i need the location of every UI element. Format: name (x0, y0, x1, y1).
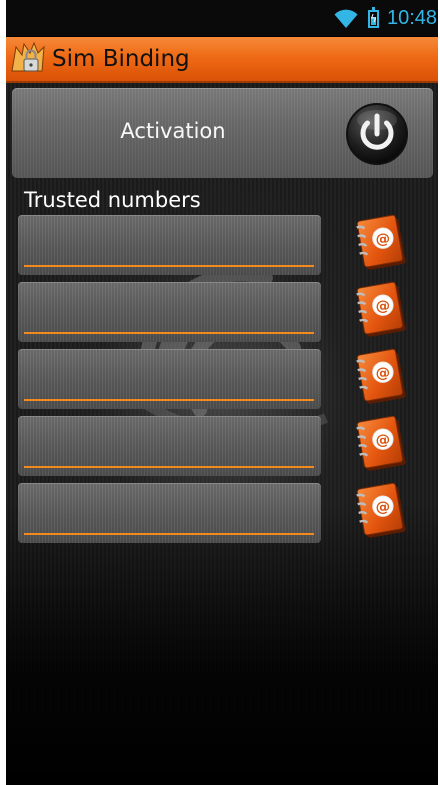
address-book-icon[interactable] (348, 213, 410, 275)
trusted-number-input-5[interactable] (24, 493, 316, 533)
activation-panel: Activation (12, 88, 433, 178)
trusted-number-field-3[interactable] (18, 349, 321, 409)
wifi-icon (334, 9, 358, 28)
lock-shield-icon (11, 41, 45, 72)
address-book-icon[interactable] (348, 481, 410, 543)
field-underline (24, 399, 314, 401)
address-book-icon[interactable] (348, 280, 410, 342)
background-fade (6, 503, 438, 785)
activation-label: Activation (120, 119, 226, 143)
status-bar: ϟ 10:48 (6, 0, 438, 36)
trusted-number-field-4[interactable] (18, 416, 321, 476)
field-underline (24, 332, 314, 334)
trusted-number-field-5[interactable] (18, 483, 321, 543)
trusted-number-input-4[interactable] (24, 426, 316, 466)
field-underline (24, 533, 314, 535)
battery-charging-icon: ϟ (368, 7, 379, 28)
trusted-numbers-label: Trusted numbers (24, 188, 201, 212)
field-underline (24, 466, 314, 468)
trusted-number-field-1[interactable] (18, 215, 321, 275)
trusted-number-input-2[interactable] (24, 292, 316, 332)
status-clock: 10:48 (387, 7, 438, 29)
power-toggle-button[interactable] (345, 102, 409, 166)
address-book-icon[interactable] (348, 347, 410, 409)
main-content: Activation Trusted numbers (6, 83, 438, 785)
app-title: Sim Binding (52, 46, 190, 72)
title-bar: Sim Binding (6, 37, 438, 83)
phone-screen: ϟ 10:48 Sim Binding Activation Trusted n… (6, 0, 438, 785)
address-book-icon[interactable] (348, 414, 410, 476)
trusted-number-input-3[interactable] (24, 359, 316, 399)
trusted-number-input-1[interactable] (24, 225, 316, 265)
trusted-number-field-2[interactable] (18, 282, 321, 342)
field-underline (24, 265, 314, 267)
